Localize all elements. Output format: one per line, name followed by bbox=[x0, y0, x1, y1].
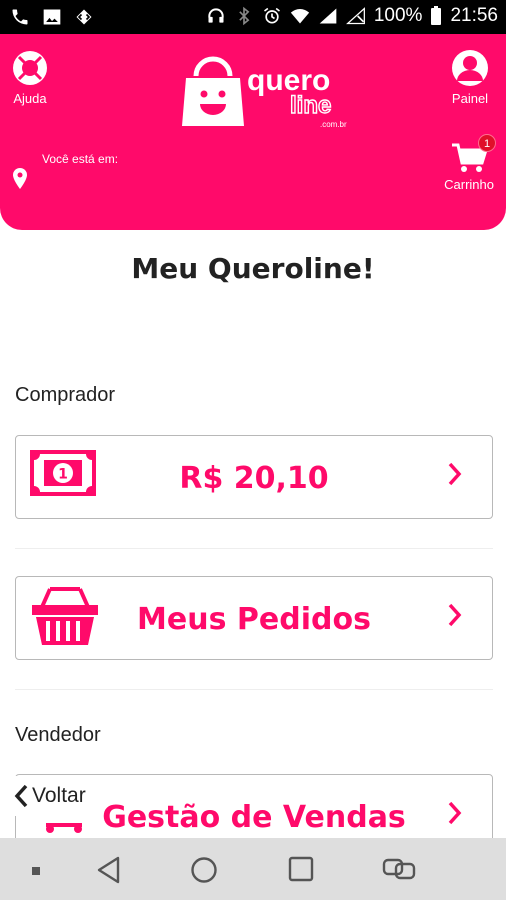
cart-count-badge: 1 bbox=[478, 134, 496, 152]
chevron-right-icon bbox=[448, 603, 462, 627]
cart-button[interactable]: 1 Carrinho bbox=[444, 134, 496, 192]
seller-section-label: Vendedor bbox=[15, 724, 101, 746]
queroline-logo: quero line .com.br bbox=[180, 52, 360, 134]
recents-square-icon[interactable] bbox=[288, 856, 314, 882]
bluetooth-icon bbox=[239, 6, 250, 26]
my-orders-card[interactable]: Meus Pedidos bbox=[15, 576, 493, 660]
back-label: Voltar bbox=[32, 784, 86, 807]
divider bbox=[15, 548, 493, 549]
help-label: Ajuda bbox=[13, 91, 47, 106]
page-title: Meu Queroline! bbox=[131, 252, 375, 285]
code-icon bbox=[76, 9, 92, 25]
back-triangle-icon[interactable] bbox=[96, 856, 122, 884]
help-button[interactable]: Ajuda bbox=[10, 48, 50, 106]
image-icon bbox=[43, 9, 61, 25]
app-header: Ajuda quero line .com.br Painel Você est… bbox=[0, 34, 506, 230]
battery-percent: 100% bbox=[373, 5, 423, 26]
wifi-icon bbox=[290, 9, 310, 24]
divider bbox=[15, 689, 493, 690]
shopping-bag-logo-icon bbox=[182, 56, 244, 126]
cart-label: Carrinho bbox=[444, 177, 494, 192]
lifebuoy-icon bbox=[13, 51, 47, 85]
buyer-section-label: Comprador bbox=[15, 384, 116, 406]
battery-icon bbox=[431, 6, 442, 25]
location-label: Você está em: bbox=[42, 152, 119, 166]
phone-icon bbox=[12, 9, 28, 25]
map-pin-icon bbox=[13, 168, 27, 189]
dot-icon bbox=[32, 867, 40, 875]
home-circle-icon[interactable] bbox=[190, 856, 218, 884]
alarm-icon bbox=[263, 7, 280, 24]
back-button[interactable]: Voltar bbox=[0, 776, 100, 816]
my-orders-label: Meus Pedidos bbox=[137, 602, 371, 637]
link-icon[interactable] bbox=[382, 856, 416, 882]
panel-button[interactable]: Painel bbox=[450, 48, 490, 106]
logo-word-line: line bbox=[289, 91, 332, 119]
user-avatar-icon bbox=[452, 50, 488, 86]
clock: 21:56 bbox=[450, 5, 498, 26]
chevron-right-icon bbox=[448, 462, 462, 486]
no-signal-icon bbox=[345, 7, 365, 25]
system-nav-bar bbox=[0, 838, 506, 900]
panel-label: Painel bbox=[451, 91, 489, 106]
headset-icon bbox=[208, 8, 224, 23]
chevron-right-icon bbox=[448, 801, 462, 825]
chevron-left-icon bbox=[14, 784, 28, 808]
balance-value: R$ 20,10 bbox=[179, 461, 329, 496]
balance-card[interactable]: 1 R$ 20,10 bbox=[15, 435, 493, 519]
status-bar: 100% 21:56 bbox=[0, 0, 506, 34]
logo-domain: .com.br bbox=[320, 120, 347, 129]
signal-icon bbox=[319, 8, 337, 24]
